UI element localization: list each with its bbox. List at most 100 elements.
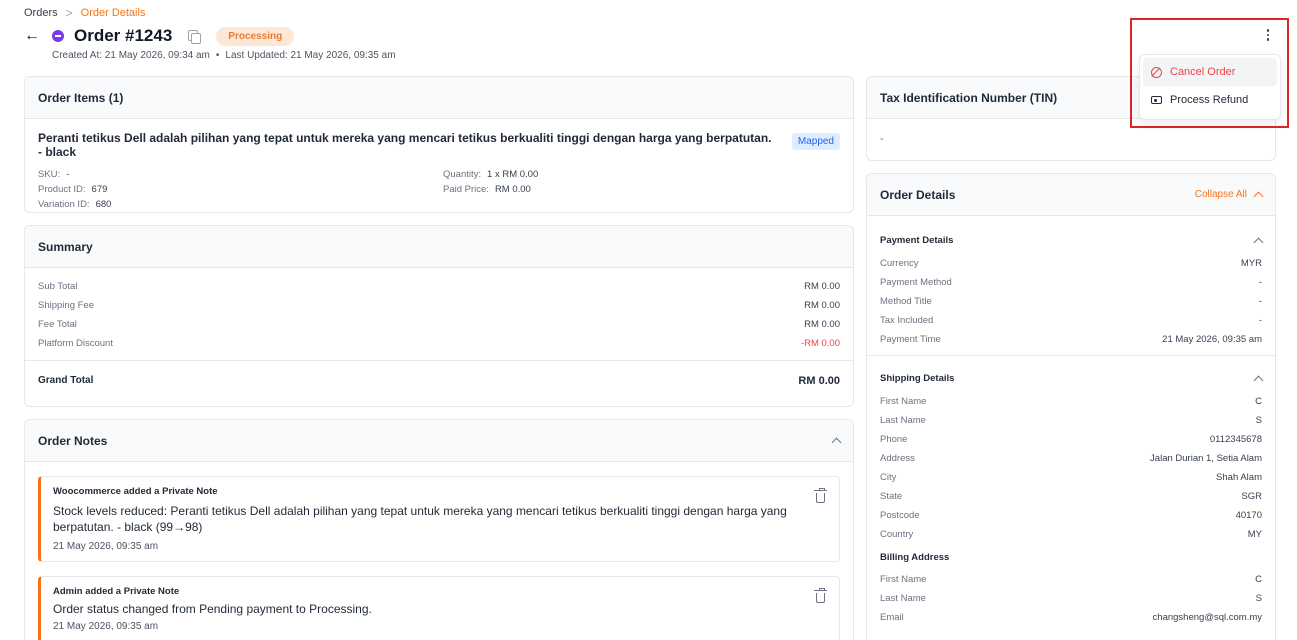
summary-label: Sub Total	[38, 281, 78, 292]
payment-details-header[interactable]: Payment Details	[867, 226, 1275, 254]
detail-value: C	[1255, 574, 1262, 585]
detail-value: 40170	[1235, 510, 1262, 521]
detail-value: Shah Alam	[1216, 472, 1262, 483]
detail-value: SGR	[1241, 491, 1262, 502]
detail-value: -	[1258, 277, 1262, 288]
quantity-label: Quantity:	[443, 169, 482, 180]
detail-row: Address Jalan Durian 1, Setia Alam	[867, 449, 1275, 468]
collapse-all-button[interactable]: Collapse All	[1194, 189, 1264, 202]
detail-value: -	[1258, 296, 1262, 307]
order-details-header: Order Details Collapse All	[867, 174, 1275, 216]
grand-total-label: Grand Total	[38, 375, 94, 386]
order-items-header: Order Items (1)	[25, 77, 853, 119]
grand-total-row: Grand Total RM 0.00	[25, 360, 853, 400]
detail-label: Email	[880, 612, 904, 623]
summary-title: Summary	[38, 239, 93, 254]
summary-label: Platform Discount	[38, 338, 113, 349]
chevron-up-icon[interactable]	[1253, 237, 1264, 247]
summary-value: RM 0.00	[804, 281, 840, 292]
detail-row: Last Name S	[867, 589, 1275, 608]
detail-row: Currency MYR	[867, 254, 1275, 273]
billing-address-title: Billing Address	[880, 551, 950, 563]
more-options-icon[interactable]	[1266, 29, 1270, 41]
detail-row: Method Title -	[867, 292, 1275, 311]
detail-value: C	[1255, 396, 1262, 407]
collapse-all-label: Collapse All	[1194, 189, 1247, 200]
detail-label: Payment Method	[880, 277, 952, 288]
detail-row: Tax Included -	[867, 311, 1275, 330]
paid-price-value: RM 0.00	[494, 184, 531, 195]
detail-row: Payment Method -	[867, 273, 1275, 292]
meta-bullet: •	[215, 50, 220, 61]
detail-row: Country MY	[867, 525, 1275, 544]
order-details-card: Order Details Collapse All Payment Detai…	[866, 173, 1276, 640]
summary-value: -RM 0.00	[800, 338, 840, 349]
note-item: Admin added a Private Note Order status …	[38, 576, 840, 640]
order-notes-header[interactable]: Order Notes	[25, 420, 853, 462]
process-refund-menu-item[interactable]: Process Refund	[1143, 86, 1277, 114]
tin-value: -	[880, 133, 884, 145]
detail-label: Address	[880, 453, 915, 464]
billing-address-header: Billing Address	[867, 544, 1275, 570]
detail-row: First Name C	[867, 570, 1275, 589]
summary-row: Platform Discount -RM 0.00	[25, 334, 853, 353]
breadcrumb-orders-link[interactable]: Orders	[24, 7, 58, 19]
note-author: Admin added a Private Note	[53, 586, 180, 597]
shipping-details-header[interactable]: Shipping Details	[867, 364, 1275, 392]
summary-row: Sub Total RM 0.00	[25, 277, 853, 296]
detail-value: 0112345678	[1209, 434, 1262, 445]
breadcrumb-separator: >	[65, 6, 73, 20]
mapped-badge: Mapped	[791, 133, 840, 150]
variation-id-label: Variation ID:	[38, 199, 90, 210]
cancel-order-menu-item[interactable]: Cancel Order	[1143, 58, 1277, 86]
detail-value: Jalan Durian 1, Setia Alam	[1150, 453, 1262, 464]
note-item: Woocommerce added a Private Note Stock l…	[38, 476, 840, 562]
chevron-up-icon[interactable]	[1253, 375, 1264, 385]
variation-id-value: 680	[95, 199, 112, 210]
detail-row: Phone 0112345678	[867, 430, 1275, 449]
status-indicator-icon	[52, 30, 64, 42]
detail-row: First Name C	[867, 392, 1275, 411]
detail-label: Phone	[880, 434, 908, 445]
detail-row: Payment Time 21 May 2026, 09:35 am	[867, 330, 1275, 349]
detail-value: MY	[1247, 529, 1262, 540]
summary-value: RM 0.00	[804, 319, 840, 330]
detail-label: Payment Time	[880, 334, 941, 345]
item-name: Peranti tetikus Dell adalah pilihan yang…	[38, 131, 772, 159]
detail-label: Last Name	[880, 415, 926, 426]
cancel-order-label: Cancel Order	[1170, 66, 1236, 78]
detail-label: First Name	[880, 396, 927, 407]
trash-icon[interactable]	[814, 588, 827, 603]
last-updated: Last Updated: 21 May 2026, 09:35 am	[225, 50, 396, 61]
summary-label: Fee Total	[38, 319, 77, 330]
detail-value: 21 May 2026, 09:35 am	[1162, 334, 1262, 345]
detail-row: State SGR	[867, 487, 1275, 506]
detail-label: Currency	[880, 258, 919, 269]
trash-icon[interactable]	[814, 488, 827, 503]
note-text: Order status changed from Pending paymen…	[53, 602, 372, 616]
copy-icon[interactable]	[188, 30, 202, 44]
detail-row: City Shah Alam	[867, 468, 1275, 487]
summary-row: Shipping Fee RM 0.00	[25, 296, 853, 315]
detail-value: -	[1258, 315, 1262, 326]
summary-header: Summary	[25, 226, 853, 268]
detail-value: S	[1255, 593, 1262, 604]
detail-row: Last Name S	[867, 411, 1275, 430]
cancel-icon	[1151, 66, 1162, 78]
back-arrow-icon[interactable]: ←	[24, 27, 42, 45]
order-meta: Created At: 21 May 2026, 09:34 am • Last…	[52, 50, 396, 61]
detail-label: State	[880, 491, 903, 502]
breadcrumb-current: Order Details	[80, 7, 146, 19]
chevron-up-icon[interactable]	[831, 437, 842, 448]
product-id-label: Product ID:	[38, 184, 86, 195]
section-divider	[867, 355, 1275, 356]
sku-value: -	[66, 169, 70, 180]
actions-dropdown: Cancel Order Process Refund	[1139, 54, 1281, 120]
order-item: Peranti tetikus Dell adalah pilihan yang…	[25, 119, 853, 212]
shipping-details-title: Shipping Details	[880, 372, 955, 384]
quantity-value: 1 x RM 0.00	[487, 169, 539, 180]
note-time: 21 May 2026, 09:35 am	[53, 541, 159, 552]
page-title: Order #1243	[74, 26, 173, 45]
grand-total-value: RM 0.00	[798, 374, 840, 387]
status-badge: Processing	[216, 26, 295, 46]
